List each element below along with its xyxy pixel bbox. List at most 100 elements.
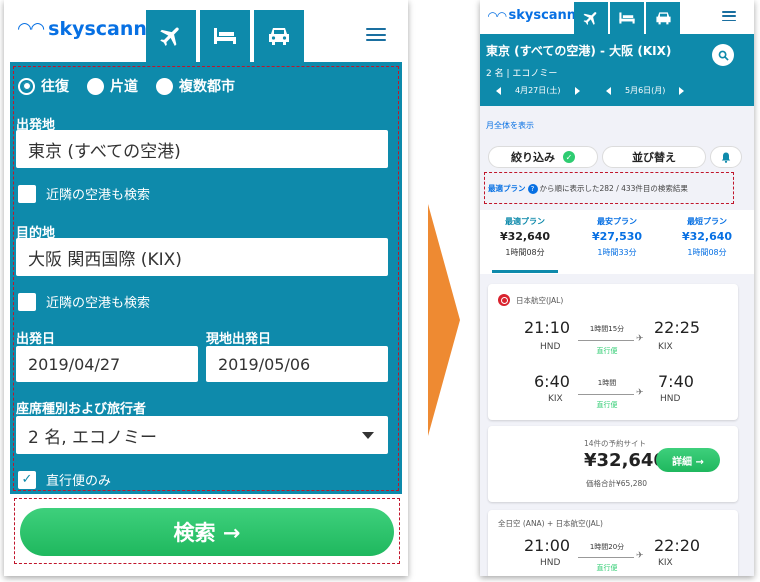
tab-hotels[interactable]	[200, 10, 250, 62]
departure-airport: HND	[540, 342, 561, 352]
flight-card[interactable]: 全日空 (ANA) + 日本航空(JAL) 21:00 HND 1時間20分 ✈…	[488, 510, 738, 576]
sort-tab-cheapest[interactable]: 最安プラン ¥27,530 1時間33分	[572, 216, 662, 258]
airline-name: 日本航空(JAL)	[498, 294, 563, 306]
depart-date-input[interactable]: 2019/04/27	[16, 346, 198, 382]
tab-flights[interactable]	[146, 10, 196, 62]
search-button[interactable]: 検索 →	[20, 508, 394, 556]
sort-tab-price: ¥32,640	[499, 230, 551, 243]
sort-tab-price: ¥32,640	[681, 230, 733, 243]
arrival-airport: KIX	[658, 558, 673, 568]
help-icon[interactable]: ?	[527, 183, 538, 194]
menu-icon[interactable]	[366, 28, 386, 41]
stops-label: 直行便	[596, 401, 618, 409]
sort-tab-fastest[interactable]: 最短プラン ¥32,640 1時間08分	[662, 216, 752, 258]
results-count-text: から順に表示した282 / 433件目の検索結果	[539, 184, 688, 193]
arrival-time: 7:40	[658, 372, 694, 391]
car-icon	[269, 28, 289, 45]
price-alert-button[interactable]	[710, 146, 742, 168]
dropdown-caret-icon	[362, 432, 374, 439]
outbound-date: 4月27日(土)	[515, 86, 561, 95]
checkbox-label: 近隣の空港も検索	[46, 296, 151, 311]
bell-icon	[721, 152, 731, 163]
bed-icon	[214, 28, 236, 44]
best-plan-link[interactable]: 最適プラン	[488, 183, 526, 194]
outbound-date-selector[interactable]: 4月27日(土)	[496, 85, 580, 96]
return-date-input[interactable]: 2019/05/06	[206, 346, 388, 382]
whole-month-link[interactable]: 月全体を表示	[486, 120, 534, 131]
filter-button[interactable]: 絞り込み ✓	[488, 146, 598, 168]
plane-small-icon: ✈	[636, 334, 644, 344]
tab-cars[interactable]	[254, 10, 304, 62]
airline-label: 全日空 (ANA) + 日本航空(JAL)	[498, 519, 603, 528]
trip-type-label: 複数都市	[179, 79, 235, 95]
check-circle-icon: ✓	[563, 151, 575, 163]
tab-cars[interactable]	[646, 2, 680, 34]
sort-tab-best[interactable]: 最適プラン ¥32,640 1時間08分	[480, 216, 570, 258]
sort-tabs: 最適プラン ¥32,640 1時間08分 最安プラン ¥27,530 1時間33…	[480, 210, 754, 274]
return-date-label: 現地出発日	[206, 332, 272, 347]
flight-duration: 1時間20分	[589, 543, 625, 551]
filter-label: 絞り込み	[511, 151, 555, 164]
trip-type-roundtrip[interactable]: 往復	[18, 76, 69, 96]
left-header: ◠◠ skyscanner	[4, 0, 408, 62]
nearby-destination-checkbox[interactable]: 近隣の空港も検索	[18, 292, 150, 311]
nearby-origin-checkbox[interactable]: 近隣の空港も検索	[18, 184, 150, 203]
destination-input[interactable]: 大阪 関西国際 (KIX)	[16, 238, 388, 276]
car-icon	[655, 12, 671, 25]
route-title: 東京 (すべての空港) - 大阪 (KIX)	[486, 44, 672, 58]
total-price: 価格合計¥65,280	[586, 479, 648, 488]
stops-label: 直行便	[596, 347, 618, 355]
flight-line	[578, 557, 634, 558]
menu-icon[interactable]	[722, 11, 736, 21]
plane-icon	[583, 12, 597, 25]
airline-label: 日本航空(JAL)	[516, 295, 564, 305]
arrival-airport: KIX	[658, 342, 673, 352]
return-date: 5月6日(月)	[625, 86, 666, 95]
flight-duration: 1時間	[597, 379, 617, 387]
tab-flights[interactable]	[574, 2, 608, 34]
flight-line	[578, 394, 634, 395]
sort-tab-title: 最適プラン	[505, 217, 545, 226]
search-icon	[718, 50, 729, 61]
checkbox-label: 直行便のみ	[46, 474, 112, 489]
transition-arrow-icon	[428, 204, 460, 436]
next-date-icon[interactable]	[574, 86, 580, 95]
edit-search-button[interactable]	[712, 44, 734, 66]
trip-type-oneway[interactable]: 片道	[87, 76, 138, 96]
departure-airport: HND	[540, 558, 561, 568]
direct-only-checkbox[interactable]: ✓ 直行便のみ	[18, 470, 111, 489]
passenger-cabin-summary: 2 名 | エコノミー	[486, 66, 557, 79]
checkbox-checked-icon: ✓	[18, 470, 36, 489]
radio-icon	[156, 77, 173, 95]
departure-time: 21:10	[524, 318, 571, 337]
cabin-travellers-value: 2 名, エコノミー	[28, 427, 158, 448]
sort-tab-title: 最短プラン	[687, 217, 727, 226]
plane-small-icon: ✈	[636, 388, 644, 398]
tab-hotels[interactable]	[610, 2, 644, 34]
sort-button[interactable]: 並び替え	[602, 146, 706, 168]
checkbox-label: 近隣の空港も検索	[46, 188, 151, 203]
return-date-selector[interactable]: 5月6日(月)	[606, 85, 685, 96]
details-button[interactable]: 詳細 →	[656, 448, 720, 472]
price-card[interactable]: 14件の予約サイト ¥32,640 価格合計¥65,280 詳細 →	[488, 426, 738, 502]
arrival-time: 22:20	[654, 536, 701, 555]
next-date-icon[interactable]	[679, 86, 685, 95]
trip-type-multicity[interactable]: 複数都市	[156, 76, 235, 96]
booking-sites-count: 14件の予約サイト	[584, 439, 647, 448]
departure-airport: KIX	[548, 394, 563, 404]
cabin-travellers-select[interactable]: 2 名, エコノミー	[16, 416, 388, 454]
flight-card[interactable]: 日本航空(JAL) 21:10 HND 1時間15分 ✈ 直行便 22:25 K…	[488, 284, 738, 420]
prev-date-icon[interactable]	[606, 86, 611, 95]
sort-tab-title: 最安プラン	[597, 217, 637, 226]
origin-input[interactable]: 東京 (すべての空港)	[16, 130, 388, 168]
results-summary-bar: 東京 (すべての空港) - 大阪 (KIX) 2 名 | エコノミー 4月27日…	[480, 34, 754, 106]
sort-tab-duration: 1時間33分	[597, 248, 637, 257]
right-header: ◠◠ skyscanner	[480, 0, 754, 34]
plane-small-icon: ✈	[636, 551, 644, 561]
right-phone-screen: ◠◠ skyscanner 東京 (すべての空港) - 大阪 (KIX) 2 名…	[480, 0, 754, 576]
flight-line	[578, 340, 634, 341]
trip-type-label: 片道	[110, 79, 138, 95]
departure-time: 6:40	[534, 372, 570, 391]
trip-type-group: 往復 片道 複数都市	[18, 76, 253, 96]
prev-date-icon[interactable]	[496, 86, 501, 95]
